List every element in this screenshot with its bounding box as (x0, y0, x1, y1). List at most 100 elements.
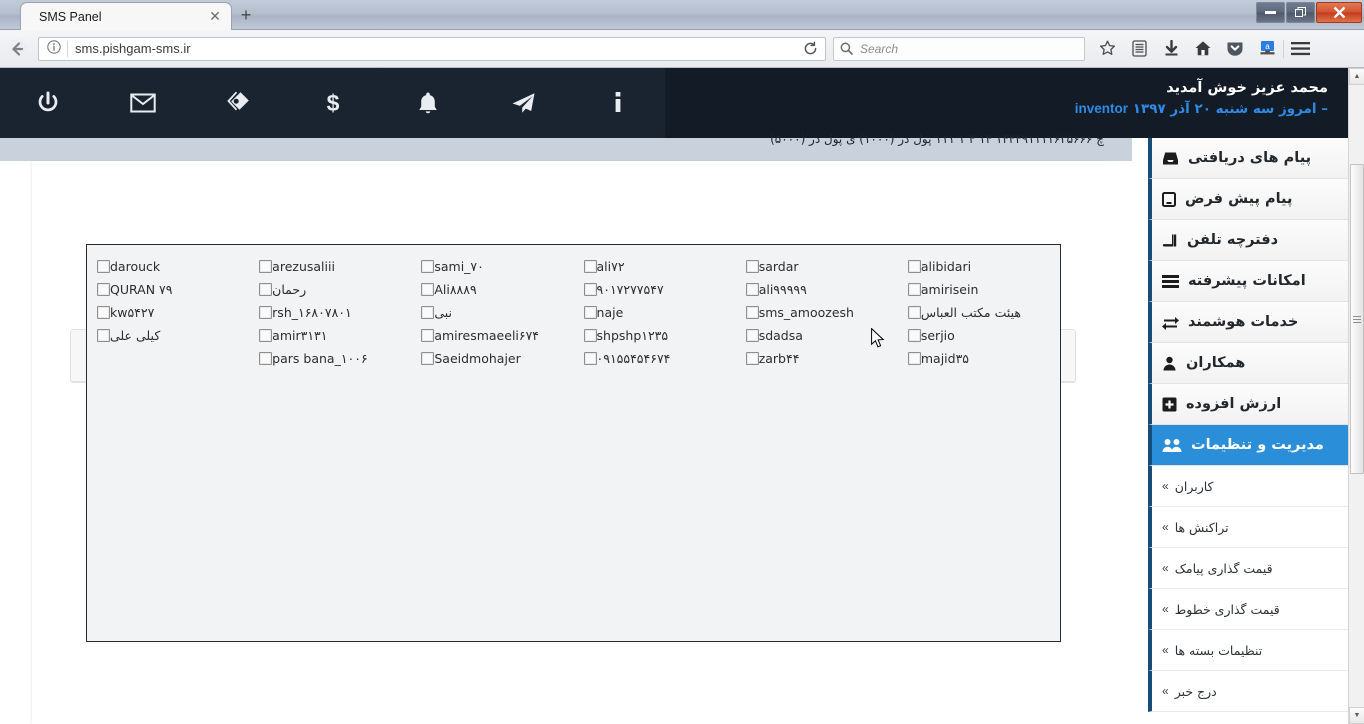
sidebar-item-phonebook[interactable]: دفترچه تلفن (1148, 220, 1348, 261)
user-checkbox-row[interactable]: serjio (907, 324, 1050, 347)
account-icon[interactable]: a (1251, 34, 1283, 64)
user-checkbox[interactable] (745, 352, 759, 365)
user-checkbox-row[interactable]: هیئت مکتب العباس (907, 301, 1050, 324)
user-checkbox[interactable] (583, 329, 597, 342)
sidebar-item-default-message[interactable]: پیام پیش فرض (1148, 179, 1348, 220)
sidebar-item-inbox[interactable]: پیام های دریافتی (1148, 138, 1348, 179)
user-checkbox[interactable] (907, 352, 921, 365)
user-checkbox[interactable] (97, 260, 110, 273)
user-checkbox[interactable] (421, 260, 435, 273)
user-checkbox[interactable] (421, 283, 435, 296)
user-checkbox[interactable] (259, 260, 273, 273)
hamburger-menu-icon[interactable] (1284, 34, 1316, 64)
downloads-icon[interactable] (1155, 34, 1187, 64)
user-checkbox[interactable] (745, 283, 759, 296)
user-checkbox[interactable] (97, 283, 110, 296)
url-bar[interactable]: sms.pishgam-sms.ir (38, 36, 826, 61)
user-checkbox-row[interactable]: ۰۹۱۵۵۴۵۴۶۷۴ (583, 347, 726, 370)
scroll-down-arrow-icon[interactable]: ▼ (1349, 707, 1364, 724)
library-icon[interactable] (1123, 34, 1155, 64)
user-checkbox[interactable] (907, 306, 921, 319)
user-checkbox[interactable] (907, 260, 921, 273)
bell-icon[interactable] (380, 68, 475, 138)
sidebar-item-advanced[interactable]: امکانات پیشرفته (1148, 261, 1348, 302)
close-icon[interactable]: ✕ (207, 8, 223, 25)
user-checkbox-row[interactable]: sardar (745, 255, 888, 278)
browser-tab[interactable]: SMS Panel ✕ (20, 2, 232, 30)
scrollbar-thumb[interactable] (1350, 164, 1364, 474)
pocket-icon[interactable] (1219, 34, 1251, 64)
user-checkbox-row[interactable]: نبی (421, 301, 563, 324)
sidebar-item-value-added[interactable]: ارزش افزوده (1148, 384, 1348, 425)
close-window-button[interactable] (1316, 2, 1362, 23)
user-checkbox-row[interactable]: کیلی علی (97, 324, 239, 347)
user-checkbox-row[interactable]: sdadsa (745, 324, 888, 347)
sidebar-subitem-transactions[interactable]: تراکنش ها » (1148, 507, 1348, 548)
reload-icon[interactable] (797, 37, 823, 61)
user-checkbox-row[interactable]: kw۵۴۲۷ (97, 301, 239, 324)
sidebar-item-smart-services[interactable]: خدمات هوشمند (1148, 302, 1348, 343)
user-checkbox-row[interactable]: majid۳۵ (907, 347, 1050, 370)
user-checkbox[interactable] (907, 283, 921, 296)
user-checkbox-row[interactable]: amirisein (907, 278, 1050, 301)
user-checkbox-row[interactable]: Saeidmohajer (421, 347, 563, 370)
user-checkbox-row[interactable]: darouck (97, 255, 239, 278)
sidebar-subitem-line-pricing[interactable]: قیمت گذاری خطوط » (1148, 589, 1348, 630)
user-checkbox[interactable] (259, 352, 273, 365)
sidebar-subitem-post-news[interactable]: درج خبر » (1148, 671, 1348, 712)
user-checkbox-row[interactable]: ۹۰۱۷۲۷۷۵۴۷ (583, 278, 726, 301)
back-icon[interactable] (0, 34, 34, 64)
user-checkbox[interactable] (259, 306, 273, 319)
envelope-icon[interactable] (95, 68, 190, 138)
sidebar-subitem-users[interactable]: کاربران » (1148, 466, 1348, 507)
sidebar-item-management-settings[interactable]: مدیریت و تنظیمات (1148, 425, 1348, 466)
user-checkbox[interactable] (421, 352, 435, 365)
user-checkbox[interactable] (583, 306, 597, 319)
user-checkbox-row[interactable]: rsh_۱۶۸۰۷۸۰۱ (259, 301, 401, 324)
user-checkbox[interactable] (259, 283, 273, 296)
user-checkbox[interactable] (421, 329, 435, 342)
site-info-icon[interactable] (41, 40, 67, 57)
user-checkbox-row[interactable]: naje (583, 301, 726, 324)
user-checkbox-row[interactable]: shpshp۱۲۳۵ (583, 324, 726, 347)
user-checkbox[interactable] (907, 329, 921, 342)
dollar-icon[interactable]: $ (285, 68, 380, 138)
maximize-button[interactable] (1286, 2, 1315, 23)
user-checkbox-row[interactable]: amir۳۱۳۱ (259, 324, 401, 347)
search-bar[interactable]: Search (833, 36, 1085, 61)
user-checkbox-row[interactable]: ali۷۲ (583, 255, 726, 278)
user-checkbox-row[interactable]: alibidari (907, 255, 1050, 278)
user-checkbox-row[interactable]: Ali۸۸۸۹ (421, 278, 563, 301)
user-checkbox[interactable] (583, 352, 597, 365)
power-icon[interactable] (0, 68, 95, 138)
user-checkbox-row[interactable]: sms_amoozesh (745, 301, 888, 324)
user-checkbox-row[interactable]: amiresmaeeli۶۷۴ (421, 324, 563, 347)
scroll-up-arrow-icon[interactable]: ▲ (1349, 68, 1364, 85)
page-scrollbar[interactable]: ▲ ▼ (1348, 68, 1364, 724)
user-checkbox[interactable] (97, 306, 110, 319)
user-checkbox[interactable] (97, 329, 110, 342)
info-icon[interactable] (570, 68, 665, 138)
user-checkbox-row[interactable]: QURAN ۷۹ (97, 278, 239, 301)
home-icon[interactable] (1187, 34, 1219, 64)
tag-icon[interactable] (190, 68, 285, 138)
user-checkbox-row[interactable]: zarb۴۴ (745, 347, 888, 370)
user-checkbox-row[interactable]: pars bana_۱۰۰۶ (259, 347, 401, 370)
user-checkbox-row[interactable]: رحمان (259, 278, 401, 301)
user-checkbox[interactable] (259, 329, 273, 342)
bookmark-star-icon[interactable] (1091, 34, 1123, 64)
search-input[interactable]: Search (860, 42, 898, 56)
user-checkbox[interactable] (421, 306, 435, 319)
url-text[interactable]: sms.pishgam-sms.ir (68, 41, 797, 56)
sidebar-item-colleagues[interactable]: همکاران (1148, 343, 1348, 384)
sidebar-subitem-package-settings[interactable]: تنظیمات بسته ها » (1148, 630, 1348, 671)
user-checkbox-row[interactable]: sami_۷۰ (421, 255, 563, 278)
new-tab-button[interactable]: + (234, 5, 258, 27)
user-checkbox[interactable] (745, 329, 759, 342)
user-checkbox[interactable] (745, 260, 759, 273)
user-checkbox[interactable] (745, 306, 759, 319)
minimize-button[interactable] (1256, 2, 1285, 23)
sidebar-subitem-sms-pricing[interactable]: قیمت گذاری پیامک » (1148, 548, 1348, 589)
user-checkbox[interactable] (583, 283, 597, 296)
paper-plane-icon[interactable] (475, 68, 570, 138)
